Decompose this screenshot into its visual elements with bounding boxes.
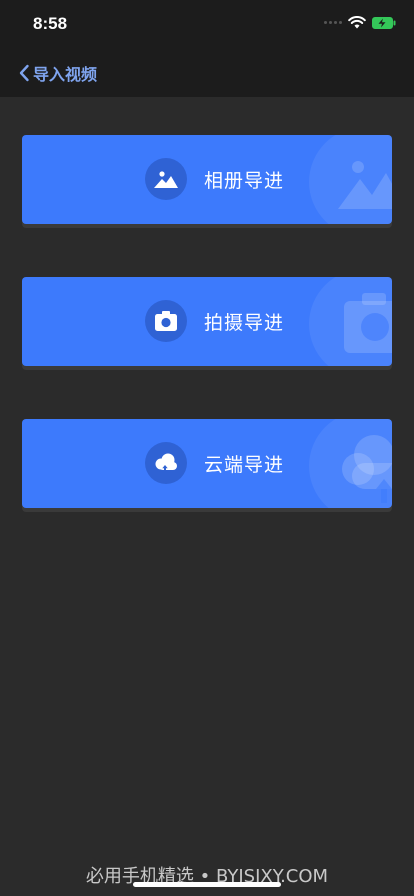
- album-icon-badge: [145, 158, 187, 200]
- camera-icon-badge: [145, 300, 187, 342]
- home-indicator[interactable]: [133, 882, 281, 887]
- album-import-label: 相册导进: [204, 170, 285, 192]
- import-from-cloud-button[interactable]: 云端导进: [22, 419, 392, 508]
- camera-icon: [155, 311, 177, 331]
- nav-bar: 导入视频: [0, 48, 414, 97]
- camera-watermark-icon: [344, 293, 392, 353]
- cloud-import-label: 云端导进: [204, 454, 285, 476]
- import-from-camera-button[interactable]: 拍摄导进: [22, 277, 392, 366]
- signal-icon: [324, 21, 342, 24]
- import-from-album-button[interactable]: 相册导进: [22, 135, 392, 224]
- status-time: 8:58: [33, 14, 68, 33]
- cloud-upload-watermark-icon: [342, 435, 392, 503]
- status-bar: 8:58: [0, 0, 414, 48]
- status-icons: [324, 16, 396, 29]
- wifi-icon: [348, 16, 366, 29]
- back-button[interactable]: 导入视频: [18, 60, 97, 86]
- camera-import-label: 拍摄导进: [204, 312, 285, 334]
- chevron-left-icon: [19, 64, 29, 82]
- photo-landscape-icon: [154, 171, 178, 188]
- battery-charging-icon: [372, 16, 396, 29]
- photo-landscape-watermark-icon: [338, 161, 392, 209]
- page-title: 导入视频: [33, 65, 98, 84]
- cloud-icon-badge: [145, 442, 187, 484]
- cloud-upload-icon: [155, 453, 177, 473]
